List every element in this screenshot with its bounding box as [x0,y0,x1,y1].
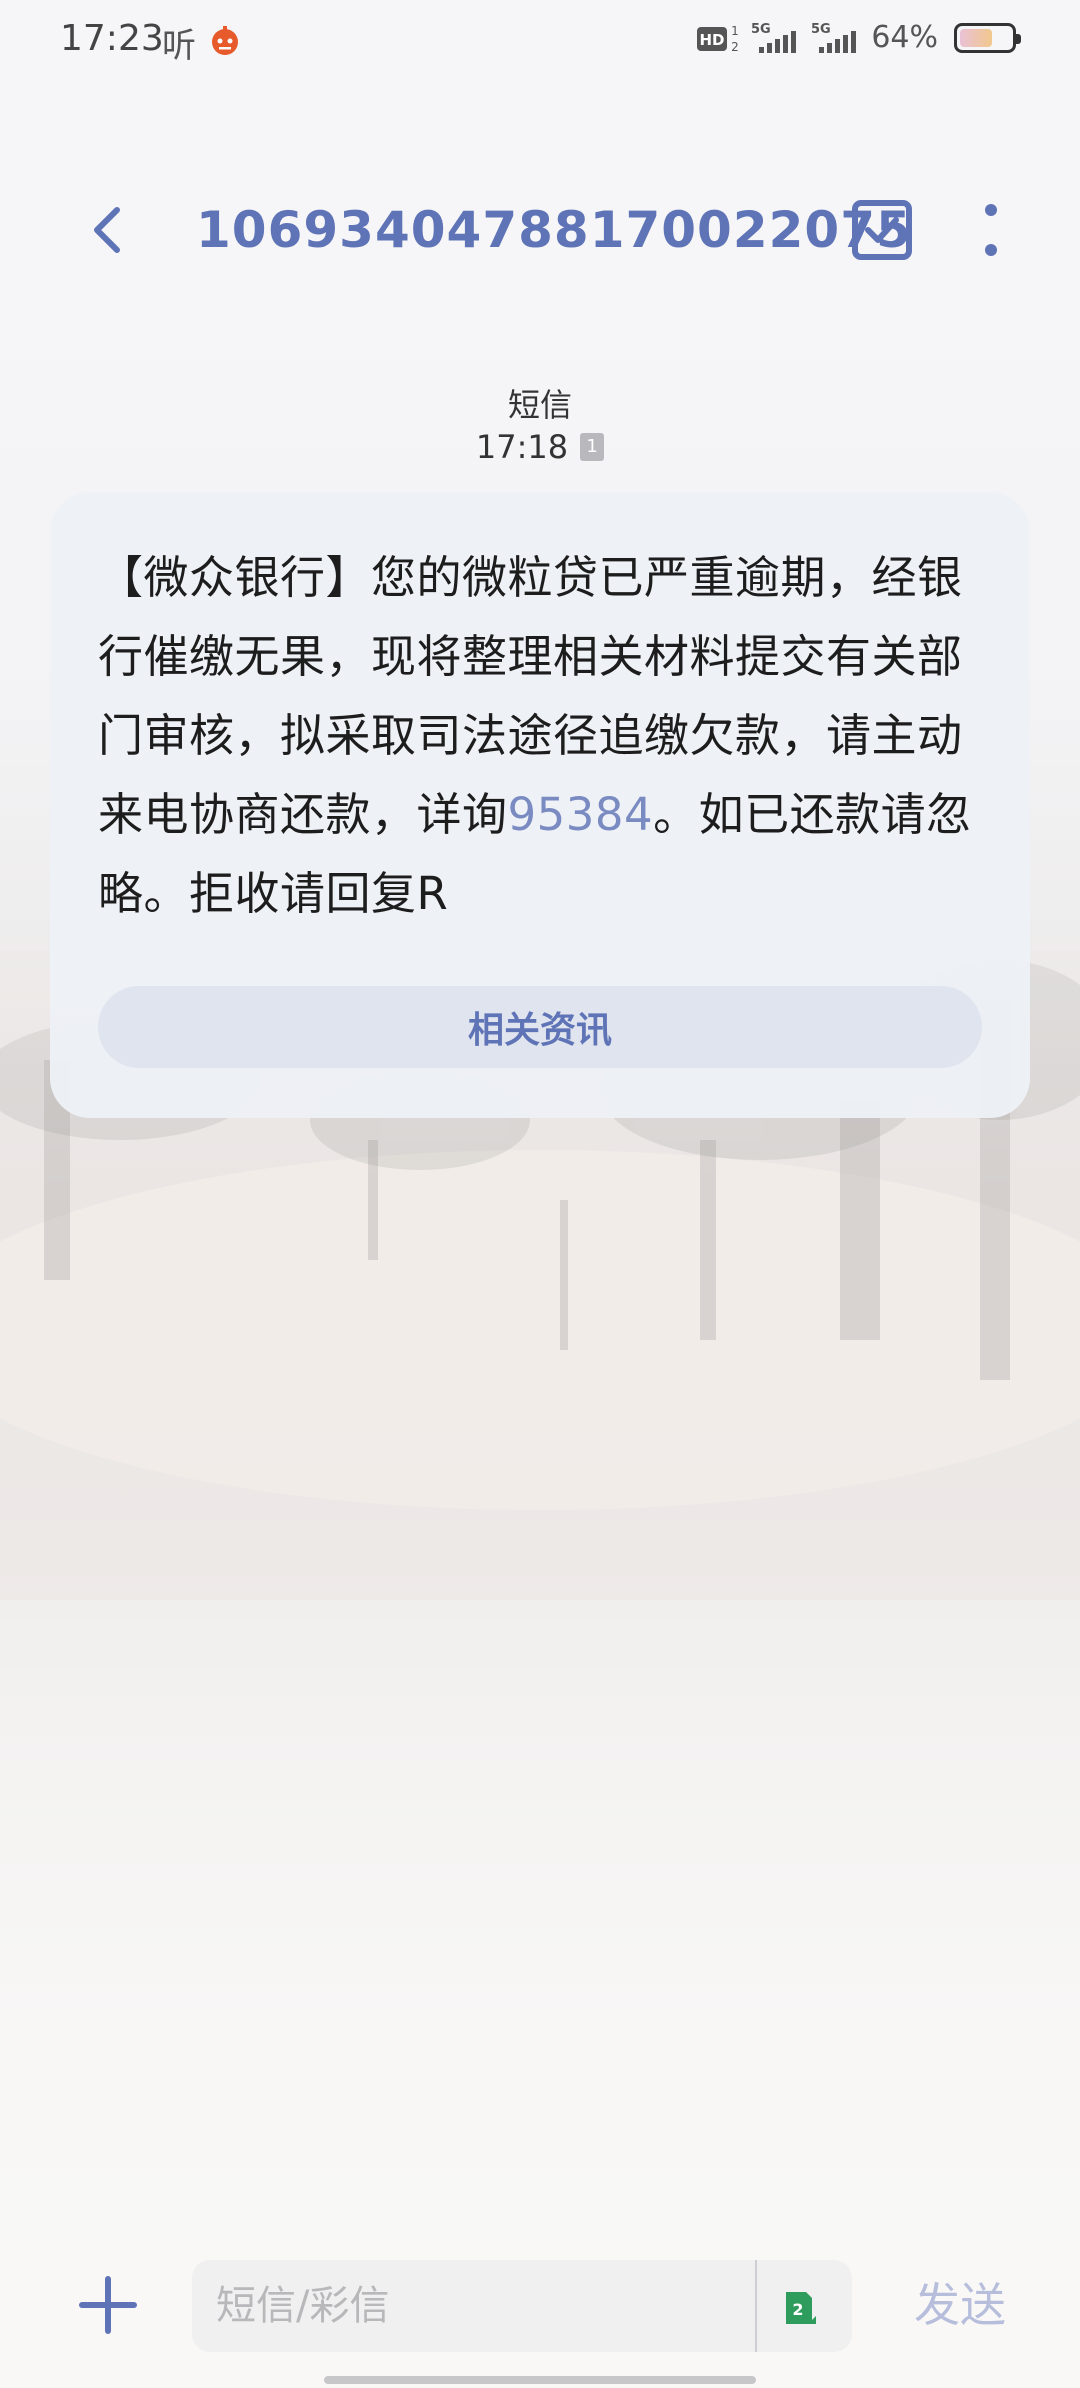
message-timestamp-row: 17:18 1 [0,428,1080,466]
plus-icon [79,2276,137,2334]
message-composer: 2 发送 [0,2255,1080,2355]
network-5g-label-2: 5G [811,22,831,37]
input-divider [755,2260,757,2352]
background-snow-scene [0,0,1080,2388]
network-5g-label-1: 5G [751,22,771,37]
back-button[interactable] [72,190,142,270]
message-bubble[interactable]: 【微众银行】您的微粒贷已严重逾期，经银行催缴无果，现将整理相关材料提交有关部门审… [50,492,1030,1118]
battery-percent: 64% [871,20,938,55]
battery-level [960,28,992,47]
more-options-button[interactable] [966,190,1016,270]
conversation-header: 10693404788170022075 [0,180,1080,280]
send-button[interactable]: 发送 [900,2265,1020,2345]
message-input-box: 2 [192,2260,852,2352]
home-indicator[interactable] [324,2376,756,2384]
checkbox-checked-icon [852,200,912,260]
signal-sim1-icon: 5G [751,22,797,53]
chevron-left-icon [94,207,120,253]
status-time: 17:23 [60,18,164,59]
ting-label: 听 [162,26,196,66]
battery-icon [954,22,1021,53]
hd-label: HD [700,31,725,49]
message-input[interactable] [216,2260,736,2352]
status-indicators: HD 1 2 5G 5G 64% [697,20,1021,55]
app-notification-icon [212,26,238,55]
svg-text:1: 1 [731,24,739,38]
svg-text:2: 2 [731,40,739,54]
select-button[interactable] [846,190,918,270]
message-type-label: 短信 [507,386,572,424]
message-time: 17:18 [475,428,569,466]
signal-sim2-icon: 5G [811,22,857,53]
message-body: 【微众银行】您的微粒贷已严重逾期，经银行催缴无果，现将整理相关材料提交有关部门审… [98,538,982,933]
sim-select-icon[interactable]: 2 [782,2290,816,2326]
conversation-title[interactable]: 10693404788170022075 [196,190,912,270]
add-attachment-button[interactable] [74,2267,142,2343]
more-vertical-icon [985,204,997,256]
sim-select-label: 2 [792,2300,803,2319]
status-bar: 17:23 听 HD 1 2 5G 5G 64% [0,0,1080,80]
hd-icon: HD 1 2 [697,24,739,54]
related-info-button[interactable]: 相关资讯 [98,986,982,1068]
phone-number-link[interactable]: 95384 [508,788,654,841]
sim-slot-badge: 1 [580,433,605,461]
